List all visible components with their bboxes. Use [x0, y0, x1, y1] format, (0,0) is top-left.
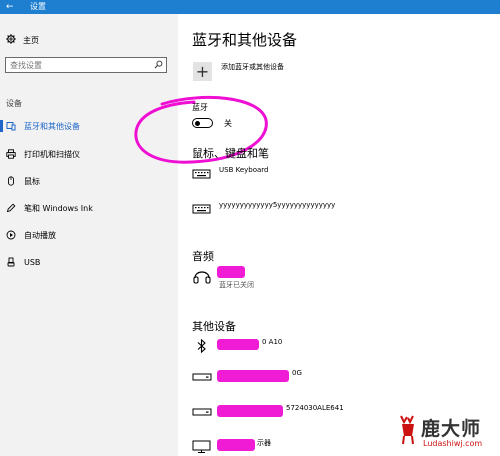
redaction-mark — [217, 339, 259, 350]
bluetooth-toggle[interactable] — [192, 118, 213, 128]
printer-icon — [6, 149, 16, 159]
search-input[interactable] — [10, 59, 150, 71]
redaction-mark — [217, 370, 289, 382]
device-keyboard-2[interactable]: yyyyyyyyyyyyy5yyyyyyyyyyyyyy — [192, 201, 492, 217]
bluetooth-label: 蓝牙 — [192, 103, 208, 112]
bluetooth-icon — [197, 338, 206, 354]
sidebar-home-label: 主页 — [23, 35, 39, 45]
device-name: USB Keyboard — [219, 166, 269, 174]
device-name: 示器 — [257, 439, 271, 447]
sidebar-item-label: 鼠标 — [24, 176, 40, 186]
redaction-mark — [217, 439, 255, 451]
back-button[interactable]: ← — [6, 1, 14, 13]
drive-icon — [192, 373, 212, 381]
keyboard-icon — [192, 169, 211, 179]
sidebar-item-label: USB — [24, 257, 41, 267]
title-bar: ← 设置 — [0, 0, 500, 14]
section-mouse-keyboard-heading: 鼠标、键盘和笔 — [192, 147, 269, 160]
watermark-subtext: Ludashiwj.com — [423, 439, 483, 448]
search-icon[interactable] — [154, 60, 163, 69]
mouse-icon — [6, 176, 16, 186]
main-content: 蓝牙和其他设备 + 添加蓝牙或其他设备 蓝牙 关 鼠标、键盘和笔 USB Key… — [134, 14, 500, 456]
device-headset[interactable]: 蓝牙已关闭 — [192, 266, 492, 296]
bluetooth-state: 关 — [224, 119, 232, 128]
device-name: yyyyyyyyyyyyy5yyyyyyyyyyyyyy — [219, 201, 336, 209]
redaction-mark — [217, 405, 283, 417]
drive-icon — [192, 408, 212, 416]
sidebar-item-label: 蓝牙和其他设备 — [24, 121, 80, 131]
autoplay-icon — [6, 230, 16, 240]
plus-icon: + — [195, 61, 210, 81]
watermark-text: 鹿大师 — [421, 418, 482, 440]
add-device-button[interactable]: + — [193, 62, 212, 81]
sidebar-section-label: 设备 — [6, 99, 22, 108]
gear-icon — [6, 34, 16, 46]
sidebar-item-pen[interactable]: 笔和 Windows Ink — [0, 200, 178, 216]
device-name: 5724030ALE641 — [286, 404, 344, 412]
sidebar-item-label: 自动播放 — [24, 230, 56, 240]
sidebar: 主页 设备 蓝牙和其他设备 打印机和扫描仪 鼠标 — [0, 14, 178, 456]
device-status: 蓝牙已关闭 — [219, 281, 254, 289]
sidebar-home[interactable]: 主页 — [6, 33, 39, 47]
device-drive-1[interactable]: 0G — [192, 369, 492, 385]
search-box[interactable] — [5, 57, 167, 73]
monitor-icon — [192, 440, 211, 453]
sidebar-item-bluetooth[interactable]: 蓝牙和其他设备 — [0, 118, 178, 134]
pen-icon — [6, 203, 16, 213]
sidebar-item-label: 打印机和扫描仪 — [24, 149, 80, 159]
device-name: 0G — [292, 369, 302, 377]
sidebar-item-label: 笔和 Windows Ink — [24, 203, 93, 213]
page-title: 蓝牙和其他设备 — [192, 31, 298, 49]
window-title: 设置 — [30, 2, 46, 11]
toggle-knob — [195, 120, 200, 126]
usb-icon — [6, 257, 16, 267]
sidebar-item-usb[interactable]: USB — [0, 254, 178, 270]
settings-window: ← 设置 主页 设备 蓝牙和其他设备 打印机和扫描仪 — [0, 0, 500, 456]
sidebar-item-autoplay[interactable]: 自动播放 — [0, 227, 178, 243]
device-name: 0 A10 — [262, 338, 283, 346]
headset-icon — [193, 271, 211, 284]
watermark: 鹿大师 Ludashiwj.com — [395, 412, 495, 452]
bluetooth-devices-icon — [6, 121, 16, 131]
add-device-label[interactable]: 添加蓝牙或其他设备 — [221, 62, 284, 72]
redaction-mark — [217, 266, 245, 278]
deer-logo-icon — [400, 415, 414, 445]
section-other-heading: 其他设备 — [192, 320, 236, 333]
section-audio-heading: 音频 — [192, 250, 214, 263]
sidebar-item-mouse[interactable]: 鼠标 — [0, 173, 178, 189]
keyboard-icon — [192, 204, 211, 214]
sidebar-item-printers[interactable]: 打印机和扫描仪 — [0, 146, 178, 162]
device-usb-keyboard[interactable]: USB Keyboard — [192, 166, 492, 182]
device-bluetooth[interactable]: 0 A10 — [192, 338, 492, 354]
